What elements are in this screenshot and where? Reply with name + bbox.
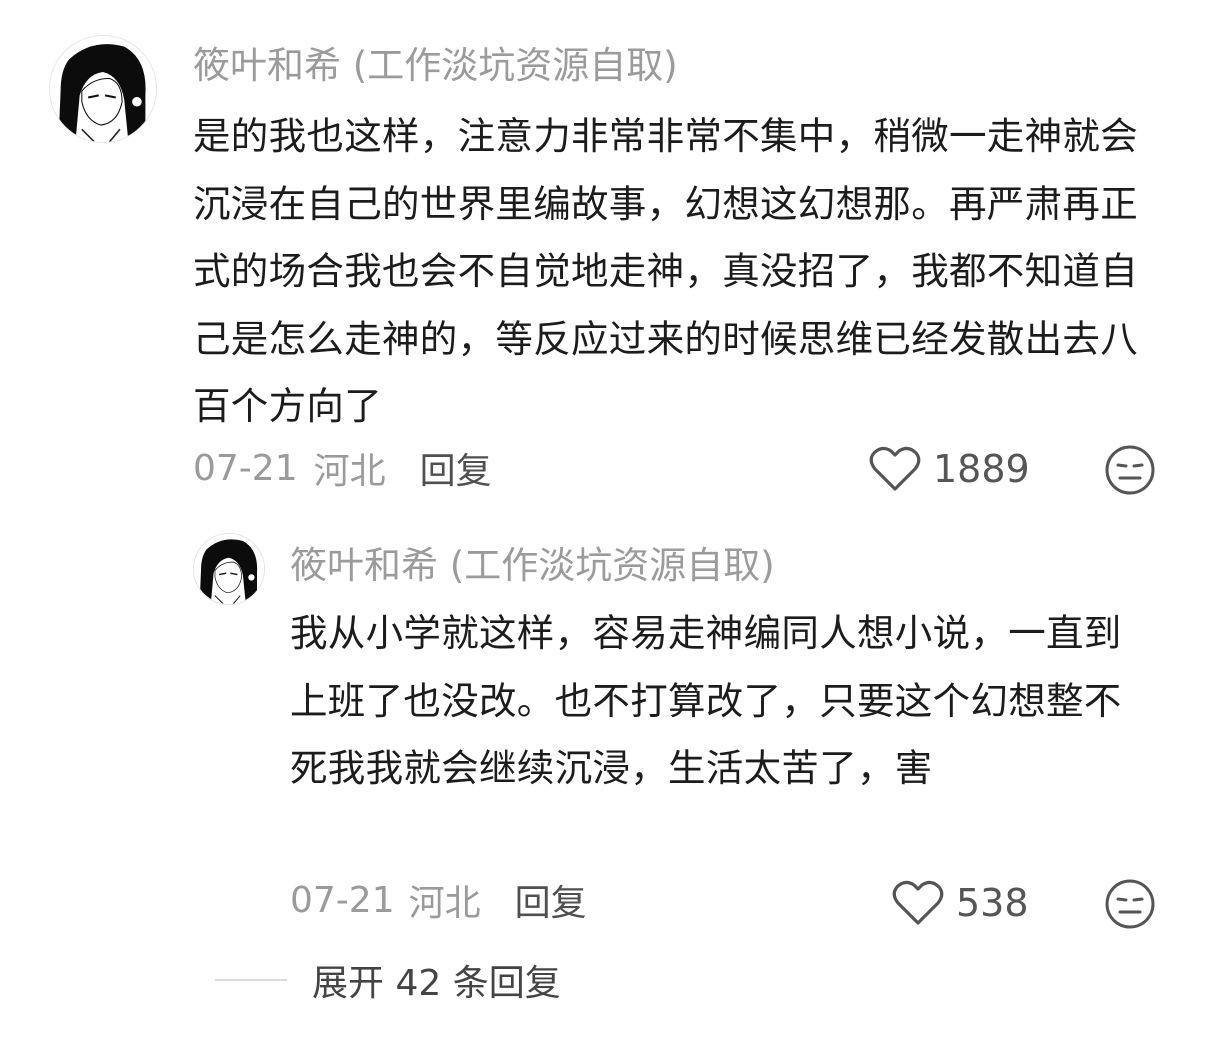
comment-location: 河北 xyxy=(313,451,386,492)
heart-outline-icon xyxy=(892,880,944,925)
reply-button[interactable]: 回复 xyxy=(420,442,492,494)
comment-location: 河北 xyxy=(408,883,481,924)
anime-avatar-icon xyxy=(50,36,156,142)
reply-button[interactable]: 回复 xyxy=(515,874,587,926)
like-count: 1889 xyxy=(933,447,1030,491)
comment-date: 07-21 xyxy=(290,879,395,921)
like-button[interactable]: 538 xyxy=(892,877,1029,929)
like-count: 538 xyxy=(956,881,1029,925)
user-avatar[interactable] xyxy=(193,533,265,605)
user-avatar[interactable] xyxy=(49,35,157,143)
anime-avatar-icon xyxy=(194,534,264,604)
comment-meta: 07-21 河北 回复 xyxy=(193,443,492,493)
comment-username[interactable]: 筱叶和希 (工作淡坑资源自取) xyxy=(290,540,775,592)
comment-text: 我从小学就这样，容易走神编同人想小说，一直到上班了也没改。也不打算改了，只要这个… xyxy=(290,611,1122,790)
comment-text: 是的我也这样，注意力非常非常不集中，稍微一走神就会沉浸在自己的世界里编故事，幻想… xyxy=(193,114,1138,428)
comment-username[interactable]: 筱叶和希 (工作淡坑资源自取) xyxy=(193,40,678,92)
divider-line xyxy=(215,979,287,981)
expand-replies-button[interactable]: 展开 42 条回复 xyxy=(215,955,561,1005)
like-button[interactable]: 1889 xyxy=(869,443,1030,495)
expressionless-face-icon[interactable] xyxy=(1104,878,1156,930)
expand-replies-label: 展开 42 条回复 xyxy=(312,963,561,1004)
expressionless-face-icon[interactable] xyxy=(1104,444,1156,496)
comment-date: 07-21 xyxy=(193,447,298,489)
comment-meta: 07-21 河北 回复 xyxy=(290,875,587,925)
heart-outline-icon xyxy=(869,446,921,491)
